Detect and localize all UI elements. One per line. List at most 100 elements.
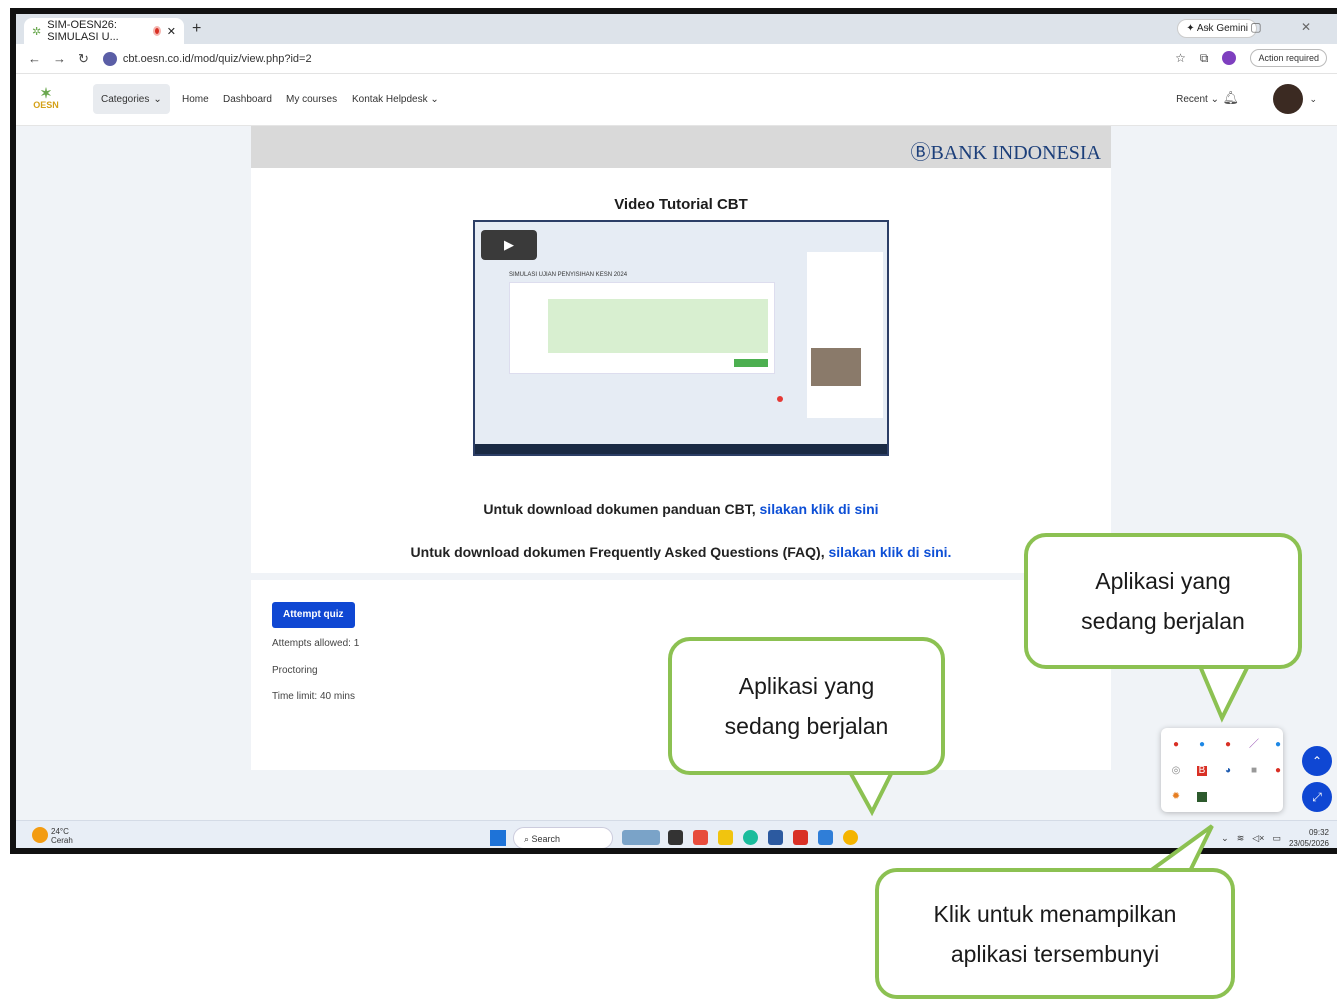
file-explorer-icon[interactable] xyxy=(718,830,733,845)
nav-my-courses[interactable]: My courses xyxy=(286,94,337,105)
chevron-down-icon[interactable]: ⌄ xyxy=(1309,94,1317,105)
play-icon[interactable]: ▶ xyxy=(481,230,537,260)
reload-icon[interactable]: ↻ xyxy=(78,51,89,67)
browser-tab[interactable]: ✲ SIM-OESN26: SIMULASI U... ✕ xyxy=(24,18,184,44)
sun-icon xyxy=(32,827,48,843)
windows-start-icon[interactable] xyxy=(490,830,506,846)
taskbar-app-icon[interactable] xyxy=(768,830,783,845)
site-info-icon[interactable] xyxy=(102,51,117,66)
edge-icon[interactable]: ● xyxy=(1273,740,1283,750)
system-clock[interactable]: 09:32 23/05/2026 xyxy=(1288,827,1329,848)
nav-dashboard[interactable]: Dashboard xyxy=(223,94,272,105)
video-inner-title: SIMULASI UJIAN PENYISIHAN KESN 2024 xyxy=(509,272,628,278)
download-faq-text: Untuk download dokumen Frequently Asked … xyxy=(410,544,825,560)
callout-text: Klik untuk menampilkan xyxy=(933,900,1177,927)
url-text: cbt.oesn.co.id/mod/quiz/view.php?id=2 xyxy=(122,52,312,65)
new-tab-button[interactable]: + xyxy=(192,20,201,38)
system-tray: ⌄ ≋ ◁× ▭ 09:32 23/05/2026 xyxy=(1221,827,1329,848)
tray-app-icon[interactable]: ■ xyxy=(1249,766,1259,776)
tray-app-icon[interactable]: ◎ xyxy=(1171,766,1181,776)
recording-icon xyxy=(152,26,161,36)
categories-dropdown[interactable]: Categories ⌄ xyxy=(93,84,170,114)
show-hidden-icons-chevron-icon[interactable]: ⌄ xyxy=(1221,833,1229,844)
bank-indonesia-banner: ⒷBANK INDONESIA xyxy=(251,126,1111,168)
video-webcam-thumbnail xyxy=(811,348,861,386)
taskbar-app-icon[interactable] xyxy=(668,830,683,845)
clock-icon[interactable]: ◕ xyxy=(1223,766,1233,776)
windows-taskbar: 24°C Cerah ⌕ Search ⌄ ≋ ◁× ▭ 09:32 23/05/… xyxy=(16,820,1337,848)
attempts-allowed: Attempts allowed: 1 xyxy=(272,638,360,649)
notification-bell-icon[interactable]: 🔔︎ xyxy=(1222,90,1239,106)
callout-text: Aplikasi yang xyxy=(1095,568,1231,594)
download-faq-link[interactable]: silakan klik di sini. xyxy=(829,544,952,560)
window-controls[interactable]: – ▢ ✕ xyxy=(1204,20,1329,34)
clock-time: 09:32 xyxy=(1308,828,1329,837)
site-favicon-icon: ✲ xyxy=(32,25,42,38)
tray-app-icon[interactable]: ✹ xyxy=(1171,792,1181,802)
tray-app-icon[interactable]: ● xyxy=(1197,740,1207,750)
tray-app-icon[interactable]: ● xyxy=(1273,766,1283,776)
battery-icon[interactable]: ▭ xyxy=(1272,833,1281,844)
chevron-down-icon: ⌄ xyxy=(430,94,439,105)
content-card: ⒷBANK INDONESIA Video Tutorial CBT ▶ SIM… xyxy=(251,126,1111,573)
video-player[interactable]: ▶ SIMULASI UJIAN PENYISIHAN KESN 2024 xyxy=(473,220,889,456)
video-question-box xyxy=(509,282,775,374)
weather-text: Cerah xyxy=(51,836,73,845)
temperature: 24°C xyxy=(51,827,69,836)
taskbar-app-icon[interactable] xyxy=(818,830,833,845)
callout-text: sedang berjalan xyxy=(724,713,889,739)
helpdesk-label: Kontak Helpdesk xyxy=(352,94,428,105)
video-answer-area xyxy=(548,299,768,353)
taskbar-app-icon[interactable] xyxy=(622,830,660,845)
site-logo[interactable]: ✶ OESN xyxy=(32,86,60,112)
video-next-button xyxy=(734,359,768,367)
weather-widget[interactable]: 24°C Cerah xyxy=(32,827,73,845)
tray-app-icon[interactable]: ● xyxy=(1171,740,1181,750)
bank-indonesia-logo: ⒷBANK INDONESIA xyxy=(910,142,1101,164)
nav-home[interactable]: Home xyxy=(182,94,209,105)
cast-icon[interactable]: ⧉ xyxy=(1200,51,1209,66)
callout-running-apps-tray: Aplikasi yang sedang berjalan xyxy=(1024,533,1302,669)
chrome-icon[interactable] xyxy=(843,830,858,845)
download-guide-text: Untuk download dokumen panduan CBT, xyxy=(483,501,756,517)
video-side-panel xyxy=(807,252,883,418)
edge-icon[interactable] xyxy=(743,830,758,845)
wifi-icon[interactable]: ≋ xyxy=(1237,833,1245,844)
categories-label: Categories xyxy=(101,93,150,105)
site-navbar: ✶ OESN Categories ⌄ Home Dashboard My cour… xyxy=(16,74,1337,126)
back-icon[interactable]: ← xyxy=(28,51,41,66)
clock-date: 23/05/2026 xyxy=(1288,839,1329,848)
tray-app-icon[interactable] xyxy=(1197,792,1207,802)
callout-text: aplikasi tersembunyi xyxy=(950,940,1160,967)
pen-icon[interactable]: ／ xyxy=(1249,740,1259,750)
close-tab-icon[interactable]: ✕ xyxy=(167,25,176,38)
callout-text: sedang berjalan xyxy=(1081,608,1245,634)
bank-logo-text: BANK INDONESIA xyxy=(930,142,1101,164)
callout-hidden-apps: Klik untuk menampilkan aplikasi tersembun… xyxy=(875,868,1235,999)
scroll-up-button[interactable]: ⌃ xyxy=(1302,746,1332,776)
address-bar: ← → ↻ cbt.oesn.co.id/mod/quiz/view.php?i… xyxy=(16,44,1337,74)
attempt-quiz-button[interactable]: Attempt quiz xyxy=(272,602,355,628)
volume-icon[interactable]: ◁× xyxy=(1252,833,1264,844)
nav-helpdesk[interactable]: Kontak Helpdesk ⌄ xyxy=(352,94,439,105)
hidden-tray-popup: ● ● ● ／ ● ◎ B ◕ ■ ● ✹ xyxy=(1161,728,1283,812)
download-faq-line: Untuk download dokumen Frequently Asked … xyxy=(251,544,1111,560)
bookmark-star-icon[interactable]: ☆ xyxy=(1175,51,1186,65)
profile-icon[interactable] xyxy=(1222,51,1237,65)
callout-running-apps-taskbar: Aplikasi yang sedang berjalan xyxy=(668,637,945,775)
action-required-button[interactable]: Action required xyxy=(1250,49,1327,67)
taskbar-search[interactable]: ⌕ Search xyxy=(513,827,613,848)
forward-icon[interactable]: → xyxy=(53,51,66,66)
url-field[interactable]: cbt.oesn.co.id/mod/quiz/view.php?id=2 xyxy=(102,51,312,66)
video-record-dot xyxy=(777,396,783,402)
recent-dropdown[interactable]: Recent ⌄ xyxy=(1176,94,1219,105)
user-avatar[interactable] xyxy=(1273,84,1303,114)
tray-app-icon[interactable]: ● xyxy=(1223,740,1233,750)
taskbar-app-icon[interactable] xyxy=(793,830,808,845)
expand-button[interactable]: ⤢ xyxy=(1302,782,1332,812)
taskbar-app-icon[interactable] xyxy=(693,830,708,845)
download-guide-link[interactable]: silakan klik di sini xyxy=(760,501,879,517)
chevron-down-icon: ⌄ xyxy=(153,93,162,105)
recent-label: Recent xyxy=(1176,94,1208,105)
tray-app-icon[interactable]: B xyxy=(1197,766,1207,776)
